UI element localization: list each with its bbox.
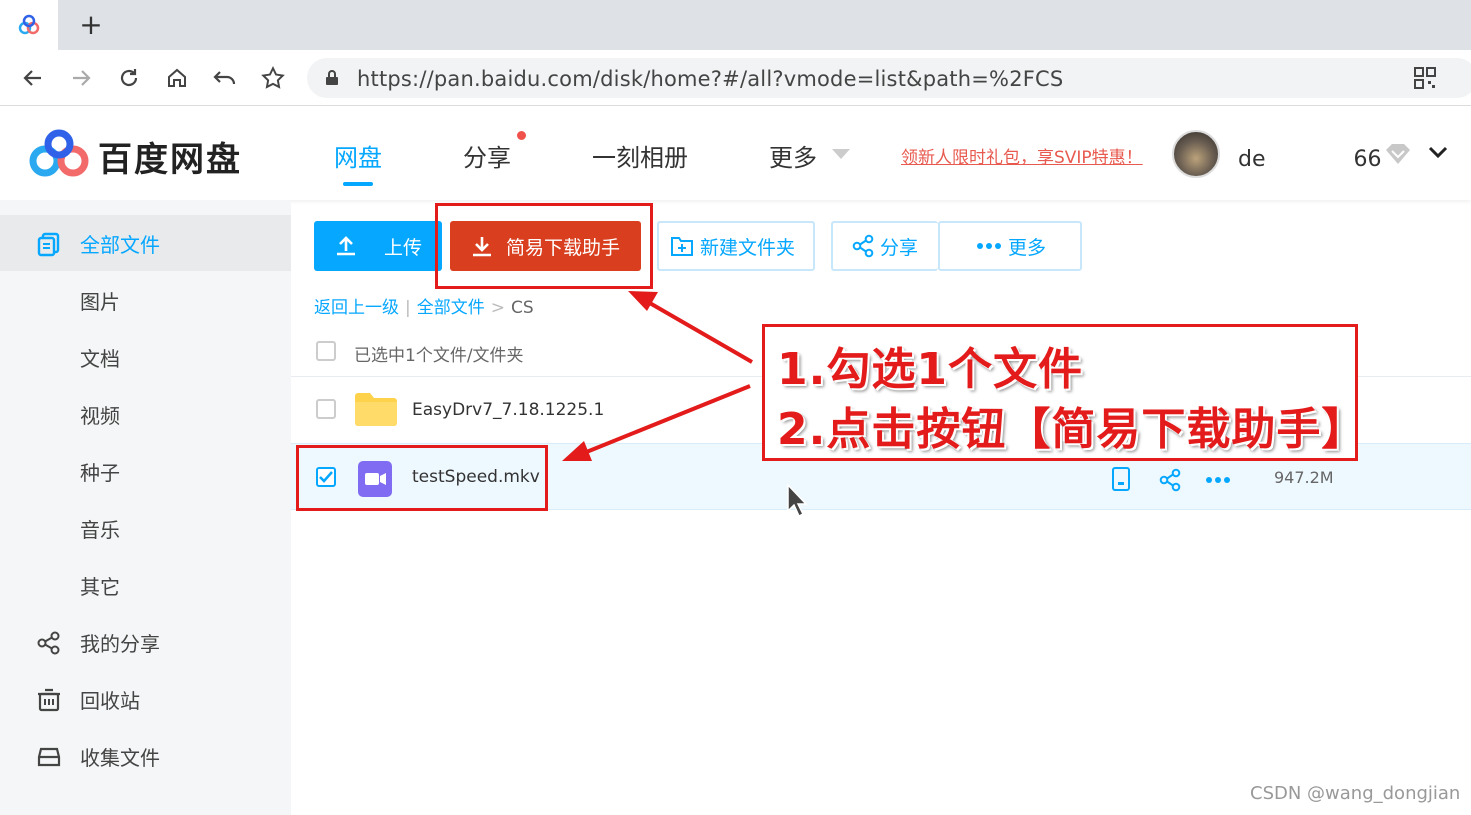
watermark: CSDN @wang_dongjian <box>1250 783 1461 804</box>
annotation-step-2: 2.点击按钮【简易下载助手】 <box>777 404 1367 455</box>
mouse-cursor-icon <box>787 484 808 518</box>
annotation-step-1: 1.勾选1个文件 <box>777 344 1083 395</box>
annotation-note: 1.勾选1个文件 2.点击按钮【简易下载助手】 <box>762 324 1365 461</box>
